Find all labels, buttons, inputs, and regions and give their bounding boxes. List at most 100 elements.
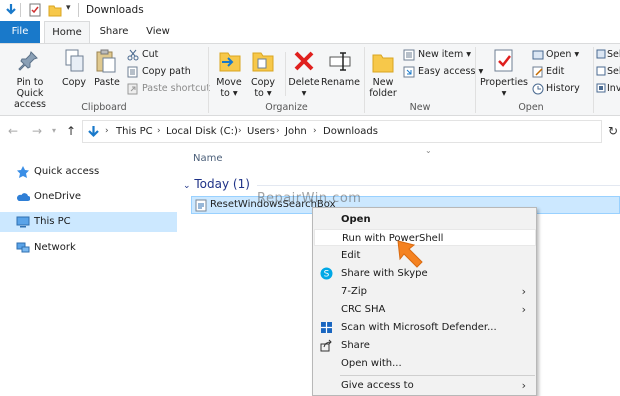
svg-text:S: S [324,270,330,280]
copy-to-button[interactable]: Copy to ▾ [248,77,278,99]
pin-icon [18,51,38,71]
breadcrumb-this-pc[interactable]: This PC [116,126,153,137]
tab-view[interactable]: View [140,21,176,43]
script-file-icon [195,199,207,212]
breadcrumb-separator-icon[interactable]: › [105,126,109,136]
paste-shortcut-button[interactable]: Paste shortcut [142,83,210,94]
delete-button[interactable]: Delete ▾ [287,77,321,99]
defender-icon [321,322,332,333]
new-folder-label-1: New [372,77,394,88]
navigation-bar: ← → ▾ ↑ › This PC › Local Disk (C:) › Us… [0,116,620,146]
copy-path-button[interactable]: Copy path [142,66,191,77]
chevron-right-icon: › [521,285,526,298]
properties-label-2: ▾ [501,88,507,99]
new-folder-icon[interactable] [48,3,62,17]
menu-item-label: 7-Zip [341,286,367,297]
menu-separator [340,375,535,376]
group-header[interactable]: ⌄ Today (1) [183,177,250,191]
new-group-label: New [409,102,431,113]
star-icon [17,166,29,178]
delete-x-icon [294,51,314,71]
breadcrumb-separator-icon[interactable]: › [276,126,280,136]
tab-share[interactable]: Share [94,21,134,43]
move-to-icon [219,52,241,72]
invert-selection-button[interactable]: Inve [607,83,620,94]
select-all-button[interactable]: Sele [607,49,620,60]
sidebar-item-quick-access[interactable]: Quick access [0,162,177,182]
pointer-arrow-icon [397,240,423,268]
sort-chevron-icon: ⌄ [425,146,432,155]
navigation-pane: Quick access OneDrive This PC Network [0,146,177,396]
copy-to-icon [252,52,274,72]
tab-home[interactable]: Home [44,21,90,43]
breadcrumb-separator-icon[interactable]: › [157,126,161,136]
chevron-down-icon: ⌄ [183,181,191,191]
menu-item-7-zip[interactable]: 7-Zip › [314,283,536,300]
refresh-icon[interactable]: ↻ [608,124,618,138]
menu-item-scan-defender[interactable]: Scan with Microsoft Defender... [314,319,536,336]
group-divider [593,47,594,113]
easy-access-button[interactable]: Easy access ▾ [418,66,483,77]
tab-file[interactable]: File [0,21,40,43]
sidebar-item-this-pc[interactable]: This PC [0,212,177,232]
menu-item-open-with[interactable]: Open with... [314,355,536,372]
organize-inner-divider [285,52,286,96]
move-to-button[interactable]: Move to ▾ [214,77,244,99]
column-header-name[interactable]: Name [193,153,223,164]
skype-icon: S [320,267,333,280]
network-icon [16,242,30,253]
breadcrumb-separator-icon[interactable]: › [313,126,317,136]
pin-label-line1: Pin to Quick [16,77,44,99]
cloud-icon [17,193,30,201]
menu-item-share[interactable]: Share [314,337,536,354]
window-title: Downloads [86,4,144,16]
back-arrow-icon[interactable]: ← [8,124,18,138]
breadcrumb-users[interactable]: Users [247,126,275,137]
sidebar-item-network[interactable]: Network [0,238,177,258]
edit-button[interactable]: Edit [546,66,564,77]
breadcrumb-separator-icon[interactable]: › [238,126,242,136]
properties-check-icon[interactable] [28,3,42,17]
select-none-button[interactable]: Sele [607,66,620,77]
group-header-label: Today (1) [194,177,250,191]
breadcrumb-local-disk[interactable]: Local Disk (C:) [166,126,238,137]
move-to-label-2: to ▾ [220,88,238,99]
organize-group-label: Organize [265,102,308,113]
menu-item-open[interactable]: Open [314,211,536,228]
menu-item-crc-sha[interactable]: CRC SHA › [314,301,536,318]
menu-item-label: Open with... [341,358,402,369]
up-arrow-icon[interactable]: ↑ [66,124,76,138]
menu-item-give-access-to[interactable]: Give access to › [314,377,536,394]
recent-locations-icon[interactable]: ▾ [52,126,56,135]
menu-item-label: Open [341,214,371,225]
cut-button[interactable]: Cut [142,49,158,60]
ribbon-tabs: File Home Share View [0,21,620,43]
move-to-label-1: Move [216,77,242,88]
delete-label-2: ▾ [301,88,307,99]
share-icon [320,339,332,352]
menu-item-label: Give access to [341,380,414,391]
clipboard-group-label: Clipboard [81,102,127,113]
down-arrow-icon[interactable] [4,3,18,17]
sidebar-item-onedrive[interactable]: OneDrive [0,187,177,207]
forward-arrow-icon[interactable]: → [32,124,42,138]
watermark: RepairWin.com [257,191,362,206]
copy-button[interactable]: Copy [60,77,88,88]
rename-button[interactable]: Rename [321,77,360,88]
new-item-button[interactable]: New item ▾ [418,49,471,60]
breadcrumb-downloads[interactable]: Downloads [323,126,378,137]
select-all-icon [596,49,606,59]
new-folder-button[interactable]: New folder [366,77,400,99]
paste-icon [96,49,116,73]
customize-toolbar-icon[interactable]: ▾ [66,3,71,13]
open-button[interactable]: Open ▾ [546,49,579,60]
history-button[interactable]: History [546,83,580,94]
properties-button[interactable]: Properties ▾ [480,77,528,99]
sidebar-item-label: This PC [34,216,71,227]
menu-item-label: Scan with Microsoft Defender... [341,322,497,333]
address-bar[interactable]: › This PC › Local Disk (C:) › Users › Jo… [82,120,602,143]
sidebar-item-label: Network [34,242,76,253]
paste-button[interactable]: Paste [92,77,122,88]
cut-icon [127,49,139,61]
breadcrumb-john[interactable]: John [285,126,307,137]
